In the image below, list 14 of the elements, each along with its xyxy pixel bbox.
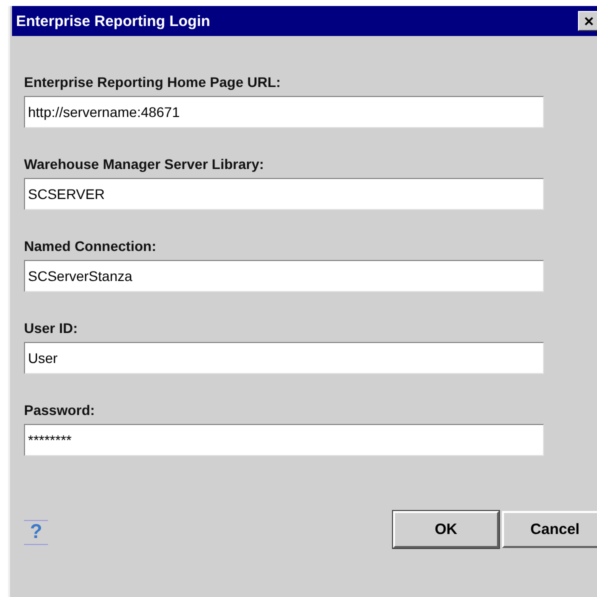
dialog-button[interactable]: Cancel — [502, 511, 597, 548]
input-field[interactable]: ******** — [24, 424, 544, 456]
input-field[interactable]: User — [24, 342, 544, 374]
window-title: Enterprise Reporting Login — [16, 12, 210, 30]
input-field[interactable]: http://servername:48671 — [24, 96, 544, 128]
field-label: Warehouse Manager Server Library: — [24, 156, 265, 174]
field-label: User ID: — [24, 320, 79, 338]
dialog-button[interactable]: OK — [393, 511, 499, 548]
input-field[interactable]: SCSERVER — [24, 178, 544, 210]
field-label: Enterprise Reporting Home Page URL: — [24, 74, 282, 92]
input-field[interactable]: SCServerStanza — [24, 260, 544, 292]
close-button[interactable]: ✕ — [578, 11, 597, 31]
field-label: Password: — [24, 402, 96, 420]
field-label: Named Connection: — [24, 238, 158, 256]
